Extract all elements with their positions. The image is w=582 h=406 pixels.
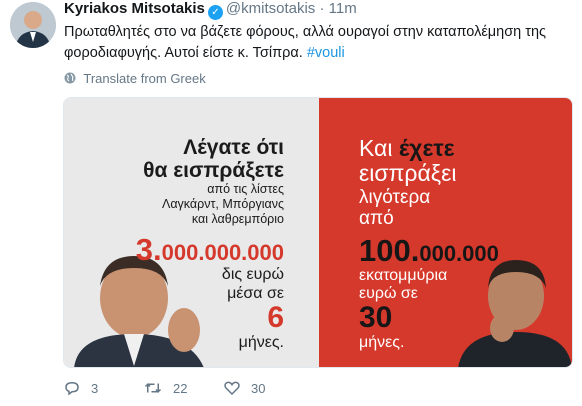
verified-badge-icon: ✓ <box>207 5 223 20</box>
left-amount: 3.000.000.000 <box>136 232 284 268</box>
left-amount-big: 3. <box>135 232 162 267</box>
globe-icon <box>64 72 76 84</box>
retweet-button[interactable]: 22 <box>143 376 187 400</box>
image-right-panel: Και έχετε εισπράξει λιγότερα από 100.000… <box>319 98 572 367</box>
like-button[interactable]: 30 <box>223 376 265 400</box>
left-months-word: μήνες. <box>238 334 284 351</box>
left-line2: θα εισπράξετε <box>143 159 284 182</box>
right-amount-big: 100. <box>359 233 420 268</box>
reply-count: 3 <box>91 380 99 396</box>
image-left-panel: Λέγατε ότι θα εισπράξετε από τις λίστες … <box>64 98 319 367</box>
right-months-word: μήνες. <box>359 334 405 351</box>
tweet-text: Πρωταθλητές στο να βάζετε φόρους, αλλά ο… <box>64 22 569 64</box>
right-amount: 100.000.000 <box>359 233 499 269</box>
avatar[interactable] <box>10 2 56 48</box>
left-unit1: δις ευρώ <box>221 266 284 283</box>
right-unit1: εκατομμύρια <box>359 267 448 284</box>
translate-link[interactable]: Translate from Greek <box>64 71 206 86</box>
like-count: 30 <box>251 380 266 396</box>
right-amount-rest: 000.000 <box>419 241 499 266</box>
like-icon <box>224 381 240 396</box>
right-ligotera: λιγότερα <box>359 187 431 208</box>
left-line3: από τις λίστες <box>207 182 284 196</box>
tweet-header: Kyriakos Mitsotakis ✓ @kmitsotakis · 11m <box>64 0 357 20</box>
left-amount-rest: 000.000.000 <box>161 240 284 265</box>
translate-label: Translate from Greek <box>83 71 206 86</box>
author-name[interactable]: Kyriakos Mitsotakis <box>64 0 205 17</box>
timestamp[interactable]: 11m <box>329 0 357 17</box>
right-months-num: 30 <box>359 301 393 334</box>
left-line5: και λαθρεμπόριο <box>191 212 284 226</box>
reply-icon <box>65 381 79 396</box>
author-handle[interactable]: @kmitsotakis <box>226 0 315 17</box>
left-line4: Λαγκάρντ, Μπόργιανς <box>161 197 284 211</box>
retweet-icon <box>144 383 162 393</box>
right-apo: από <box>359 208 394 229</box>
left-months-num: 6 <box>267 301 284 334</box>
right-kai: Και <box>359 135 393 161</box>
right-exete: έχετε <box>398 135 455 161</box>
retweet-count: 22 <box>173 380 188 396</box>
reply-button[interactable]: 3 <box>63 376 98 400</box>
right-title-line1: Και έχετε <box>359 135 455 162</box>
left-line1: Λέγατε ότι <box>183 136 284 159</box>
separator: · <box>319 0 325 17</box>
tweet-body: Πρωταθλητές στο να βάζετε φόρους, αλλά ο… <box>64 24 547 61</box>
tweet-image[interactable]: Λέγατε ότι θα εισπράξετε από τις λίστες … <box>63 97 573 368</box>
right-eisprakei: εισπράξει <box>359 160 457 186</box>
hashtag-link[interactable]: #vouli <box>307 45 345 61</box>
